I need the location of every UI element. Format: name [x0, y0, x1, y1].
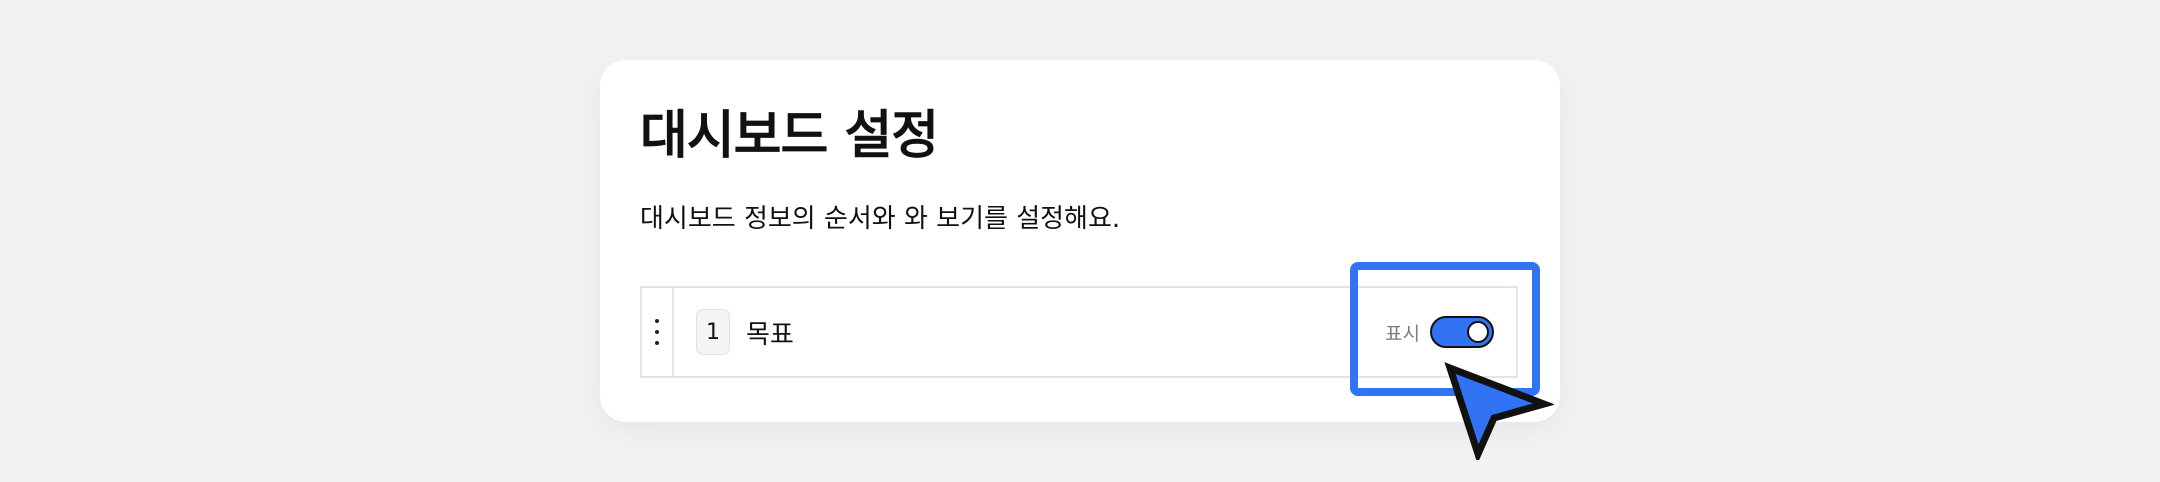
- order-badge: 1: [696, 309, 730, 355]
- visibility-toggle-group: 표시: [1385, 316, 1494, 348]
- toggle-knob: [1467, 321, 1489, 343]
- visibility-toggle[interactable]: [1430, 316, 1494, 348]
- visibility-label: 표시: [1385, 322, 1420, 345]
- drag-handle-icon: [655, 319, 659, 345]
- item-label: 목표: [746, 319, 794, 350]
- pointer-cursor-icon: [1444, 362, 1554, 460]
- dashboard-settings-card: 대시보드 설정 대시보드 정보의 순서와 와 보기를 설정해요. 1 목표 표시: [600, 60, 1560, 422]
- page-description: 대시보드 정보의 순서와 와 보기를 설정해요.: [640, 204, 1121, 234]
- page-title: 대시보드 설정: [640, 106, 939, 166]
- list-item-goal: 1 목표 표시: [640, 286, 1518, 378]
- drag-handle[interactable]: [642, 288, 674, 376]
